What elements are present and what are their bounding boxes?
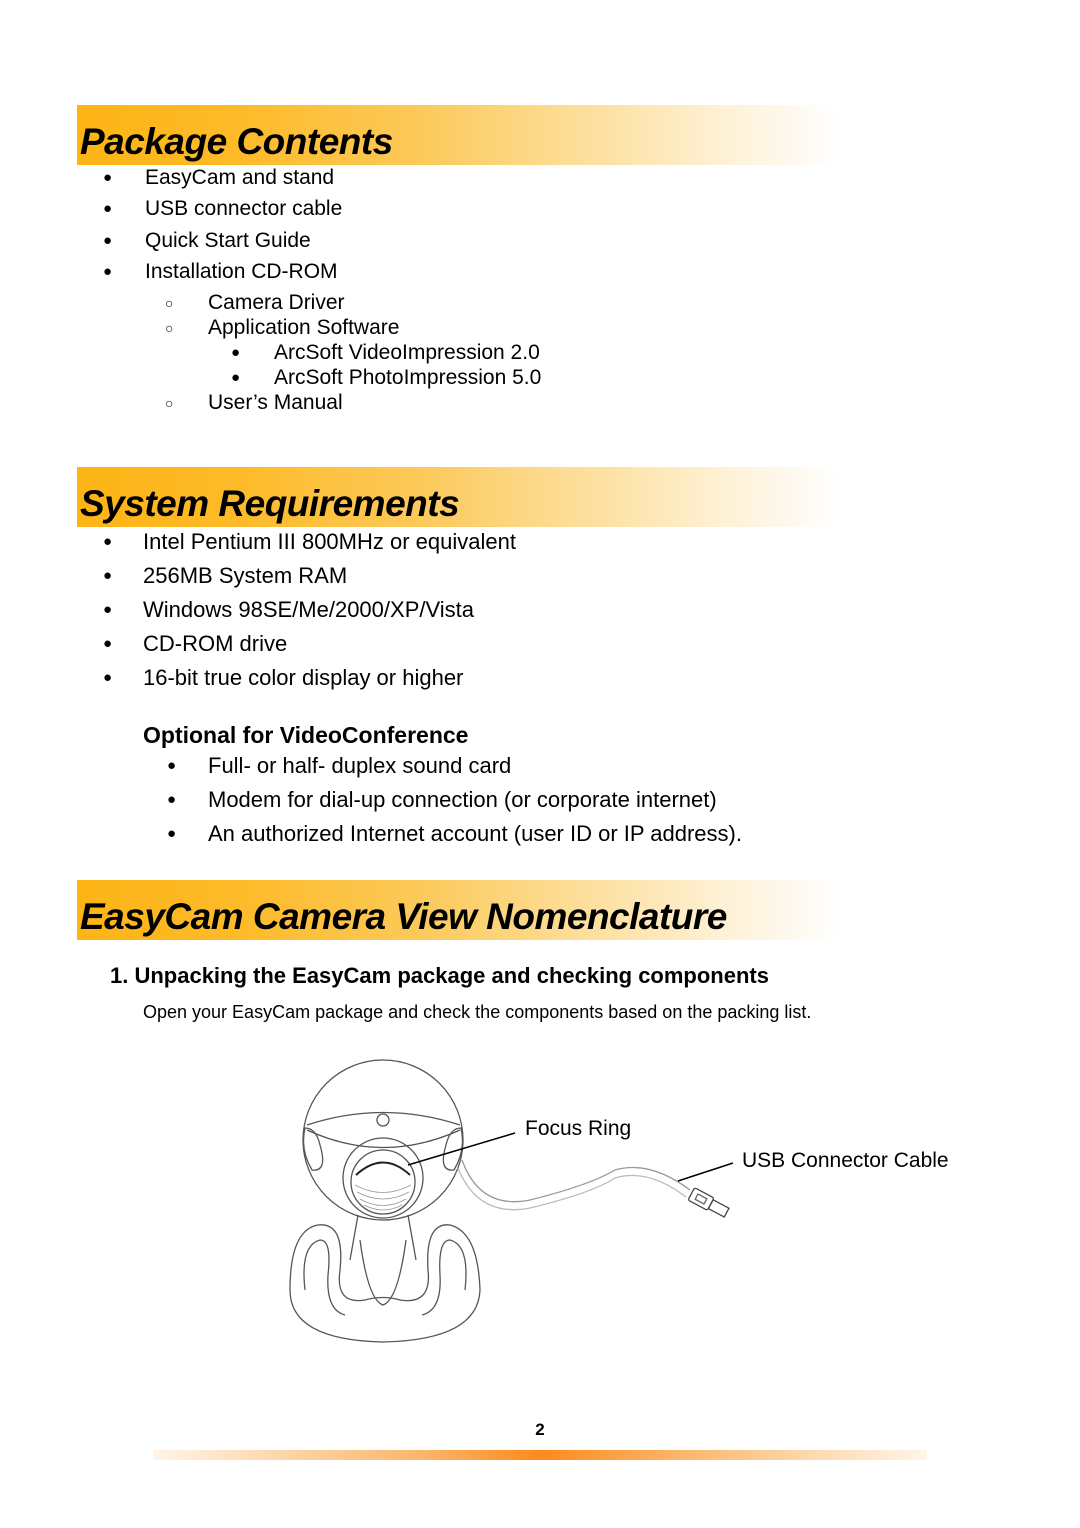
- camera-head: [302, 1059, 464, 1221]
- webcam-illustration: [289, 1059, 734, 1343]
- stand-base: [289, 1224, 481, 1343]
- usb-cable-label: USB Connector Cable: [742, 1149, 949, 1172]
- page-number: 2: [535, 1420, 545, 1439]
- footer-bar: [153, 1450, 927, 1460]
- focus-ring-label: Focus Ring: [525, 1117, 632, 1140]
- usb-plug-icon: [688, 1187, 730, 1218]
- usb-cable-leader-line: [677, 1162, 734, 1182]
- camera-led: [376, 1113, 390, 1127]
